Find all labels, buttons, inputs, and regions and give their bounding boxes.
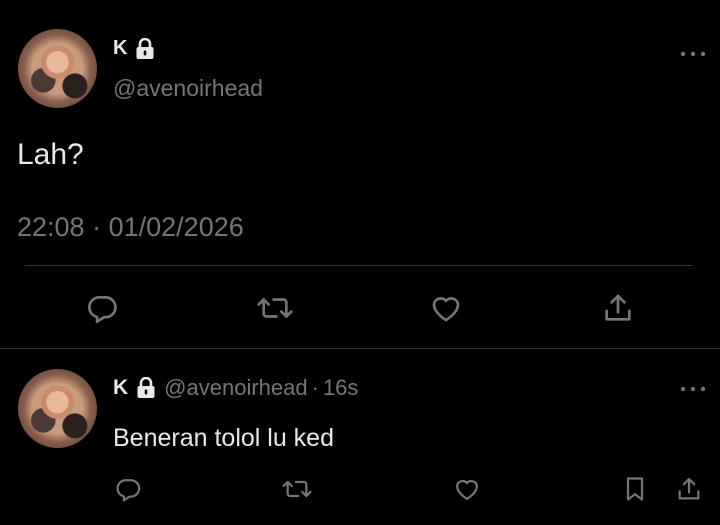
- more-horizontal-icon[interactable]: [678, 46, 708, 62]
- divider: [25, 265, 693, 266]
- bookmark-icon[interactable]: [620, 473, 650, 505]
- display-name[interactable]: K: [113, 37, 127, 60]
- reply-header: K @avenoirhead · 16s: [113, 375, 358, 401]
- reply-handle[interactable]: @avenoirhead: [164, 375, 307, 401]
- tweet-timestamp[interactable]: 22:08 · 01/02/2026: [17, 212, 244, 243]
- retweet-icon[interactable]: [279, 473, 315, 505]
- share-icon[interactable]: [598, 288, 638, 328]
- reply-separator: ·: [311, 375, 319, 400]
- tweet-time: 22:08: [17, 212, 85, 242]
- divider: [0, 348, 720, 349]
- heart-icon[interactable]: [426, 288, 466, 328]
- share-icon[interactable]: [673, 473, 705, 505]
- reply-icon[interactable]: [82, 288, 122, 328]
- retweet-icon[interactable]: [254, 288, 296, 328]
- more-horizontal-icon[interactable]: [678, 381, 708, 397]
- lock-icon: [136, 377, 156, 399]
- author-handle[interactable]: @avenoirhead: [113, 75, 263, 102]
- author-name-row: K: [113, 37, 155, 60]
- reply-age[interactable]: 16s: [323, 375, 358, 401]
- reply-display-name[interactable]: K: [113, 376, 128, 400]
- reply-avatar[interactable]: [18, 369, 97, 448]
- tweet-date: 01/02/2026: [108, 212, 244, 242]
- lock-icon: [135, 37, 155, 60]
- tweet-text: Lah?: [17, 138, 84, 171]
- heart-icon[interactable]: [450, 473, 484, 505]
- reply-text: Beneran tolol lu ked: [113, 424, 334, 452]
- avatar[interactable]: [18, 29, 97, 108]
- reply-icon[interactable]: [111, 473, 145, 505]
- timestamp-separator: ·: [92, 212, 102, 242]
